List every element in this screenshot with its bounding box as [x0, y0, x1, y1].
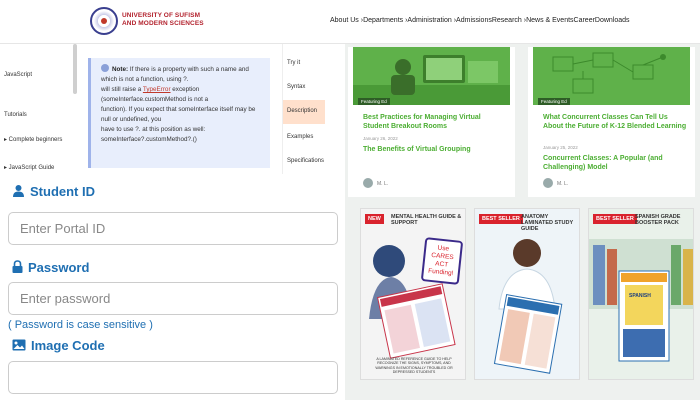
- product-card[interactable]: BEST SELLER Spanish Grade Booster Pack S…: [588, 208, 694, 380]
- blog-card-image[interactable]: [533, 47, 690, 105]
- university-name-line1: UNIVERSITY OF SUFISM: [122, 12, 201, 19]
- blog-author: M. L.: [543, 178, 568, 188]
- blog-subtitle[interactable]: The Benefits of Virtual Grouping: [363, 145, 508, 154]
- cares-act-sticker: Use CARES ACT Funding!: [420, 237, 464, 285]
- university-name-line2: AND MODERN SCIENCES: [122, 19, 204, 27]
- blog-author: M. L.: [363, 178, 388, 188]
- product-card[interactable]: BEST SELLER Anatomy Laminated Study Guid…: [474, 208, 580, 380]
- blog-author-name: M. L.: [557, 181, 569, 187]
- blog-date: January 25, 2022: [543, 145, 578, 150]
- best-seller-badge: BEST SELLER: [593, 214, 637, 224]
- product-cover-label: SPANISH: [629, 293, 651, 299]
- blog-title[interactable]: Best Practices for Managing Virtual Stud…: [363, 113, 508, 131]
- blog-badge: Featuring Ed: [358, 98, 390, 105]
- note-text-4: function). If you expect that someInterf…: [101, 106, 256, 123]
- login-form: Student ID Password ( Password is case s…: [0, 176, 350, 400]
- note-label: Note:: [112, 66, 129, 73]
- product-caption: A LAMINATED REFERENCE GUIDE TO HELP RECO…: [375, 356, 453, 375]
- image-code-label-text: Image Code: [31, 338, 105, 353]
- docs-scrollbar[interactable]: [73, 44, 77, 94]
- docs-sidebar-item-beginners[interactable]: ▸ Complete beginners: [4, 136, 62, 143]
- product-image: [475, 209, 579, 379]
- avatar: [543, 178, 553, 188]
- docs-sidebar-item-tutorials[interactable]: Tutorials: [4, 112, 27, 118]
- lock-icon: [12, 260, 23, 276]
- blog-author-name: M. L.: [377, 181, 389, 187]
- student-id-label-text: Student ID: [30, 184, 95, 199]
- image-code-input[interactable]: [8, 361, 338, 394]
- new-badge: NEW: [365, 214, 384, 224]
- password-input[interactable]: [8, 282, 338, 315]
- typeerror-link[interactable]: TypeError: [143, 86, 171, 93]
- blog-card[interactable]: Featuring Ed Best Practices for Managing…: [348, 47, 515, 197]
- student-id-label: Student ID: [12, 184, 95, 200]
- password-label: Password: [12, 260, 89, 276]
- university-name[interactable]: UNIVERSITY OF SUFISM AND MODERN SCIENCES: [122, 12, 204, 27]
- info-icon: [101, 64, 109, 72]
- docs-panel: JavaScript Tutorials ▸ Complete beginner…: [0, 44, 345, 174]
- product-card[interactable]: NEW Mental Health Guide & Support Use CA…: [360, 208, 466, 380]
- product-title[interactable]: Spanish Grade Booster Pack: [635, 214, 691, 226]
- blog-title[interactable]: What Concurrent Classes Can Tell Us Abou…: [543, 113, 688, 131]
- product-title[interactable]: Anatomy Laminated Study Guide: [521, 214, 577, 232]
- docs-sidebar-item-guide[interactable]: ▸ JavaScript Guide: [4, 164, 54, 171]
- blog-badge: Featuring Ed: [538, 98, 570, 105]
- docs-note-box: Note: If there is a property with such a…: [88, 58, 270, 168]
- user-icon: [12, 184, 25, 200]
- right-column: Featuring Ed Best Practices for Managing…: [345, 44, 700, 400]
- product-title[interactable]: Mental Health Guide & Support: [391, 214, 463, 226]
- note-text-5: have to use ?. at this position as well:…: [101, 126, 206, 143]
- top-navigation-bar: UNIVERSITY OF SUFISM AND MODERN SCIENCES…: [0, 0, 700, 44]
- product-image: [361, 209, 465, 379]
- best-seller-badge: BEST SELLER: [479, 214, 523, 224]
- blog-card[interactable]: Featuring Ed What Concurrent Classes Can…: [528, 47, 695, 197]
- image-code-label: Image Code: [12, 338, 105, 354]
- student-id-input[interactable]: [8, 212, 338, 245]
- toc-specifications[interactable]: Specifications: [287, 158, 324, 164]
- note-text-2: will still raise a: [101, 86, 142, 93]
- blog-card-image[interactable]: [353, 47, 510, 105]
- password-hint: ( Password is case sensitive ): [8, 319, 153, 331]
- toc-syntax[interactable]: Syntax: [287, 84, 305, 90]
- blog-date: January 26, 2022: [363, 136, 398, 141]
- blog-subtitle[interactable]: Concurrent Classes: A Popular (and Chall…: [543, 154, 688, 172]
- image-icon: [12, 339, 26, 354]
- toc-description[interactable]: Description: [283, 100, 325, 124]
- avatar: [363, 178, 373, 188]
- toc-examples[interactable]: Examples: [287, 134, 313, 140]
- password-label-text: Password: [28, 260, 90, 275]
- university-logo[interactable]: [90, 7, 118, 35]
- docs-toc: Try it Syntax Description Examples Speci…: [282, 44, 345, 174]
- toc-try-it[interactable]: Try it: [287, 60, 300, 66]
- docs-sidebar-item-javascript[interactable]: JavaScript: [4, 72, 32, 78]
- main-nav[interactable]: About Us ›Departments ›Administration ›A…: [330, 17, 630, 24]
- docs-sidebar: JavaScript Tutorials ▸ Complete beginner…: [0, 44, 78, 174]
